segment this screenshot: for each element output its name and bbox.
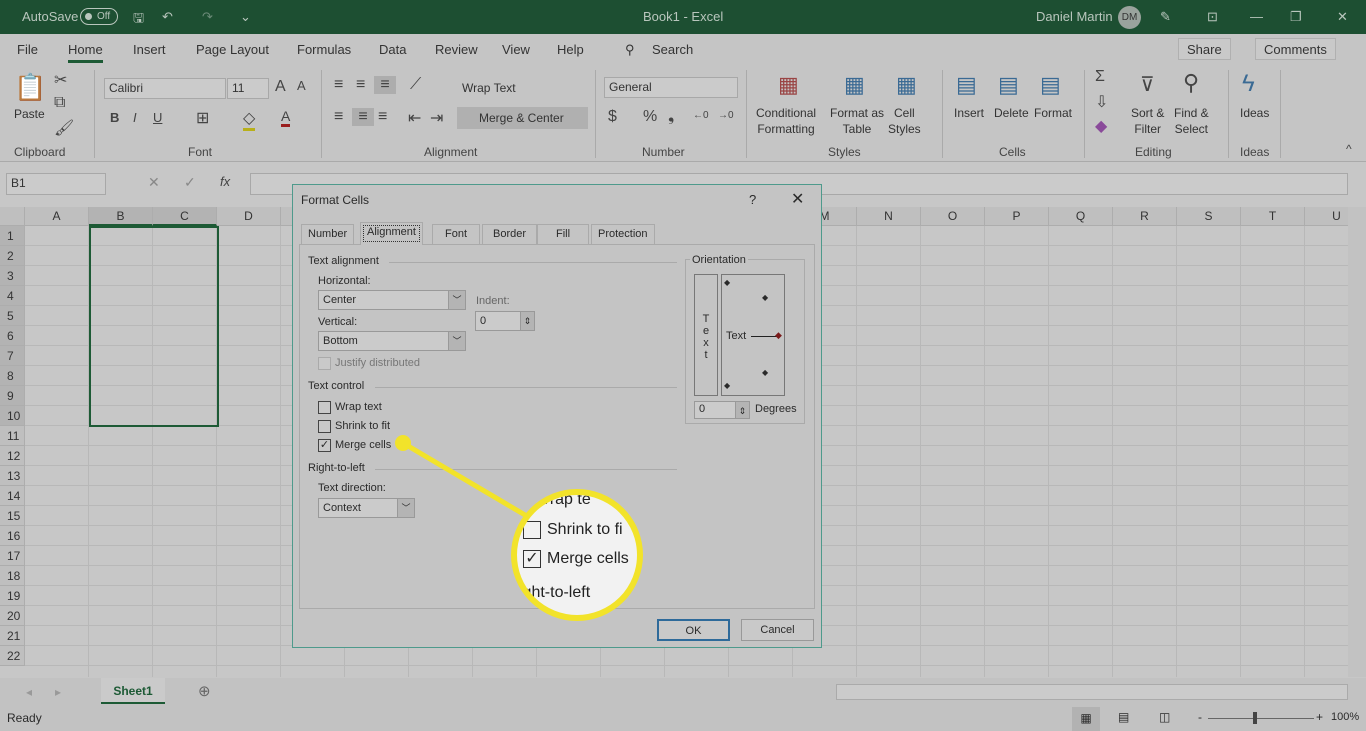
magnified-rtl: ight-to-left bbox=[519, 584, 591, 601]
callout-dot bbox=[395, 435, 411, 451]
magnified-shrink: Shrink to fi bbox=[547, 521, 623, 538]
callout-pointer bbox=[395, 435, 527, 518]
magnified-merge: Merge cells bbox=[547, 550, 629, 567]
magnifier: Wrap te Shrink to fi ✓ Merge cells ight-… bbox=[511, 489, 643, 621]
callout-line bbox=[401, 440, 527, 518]
